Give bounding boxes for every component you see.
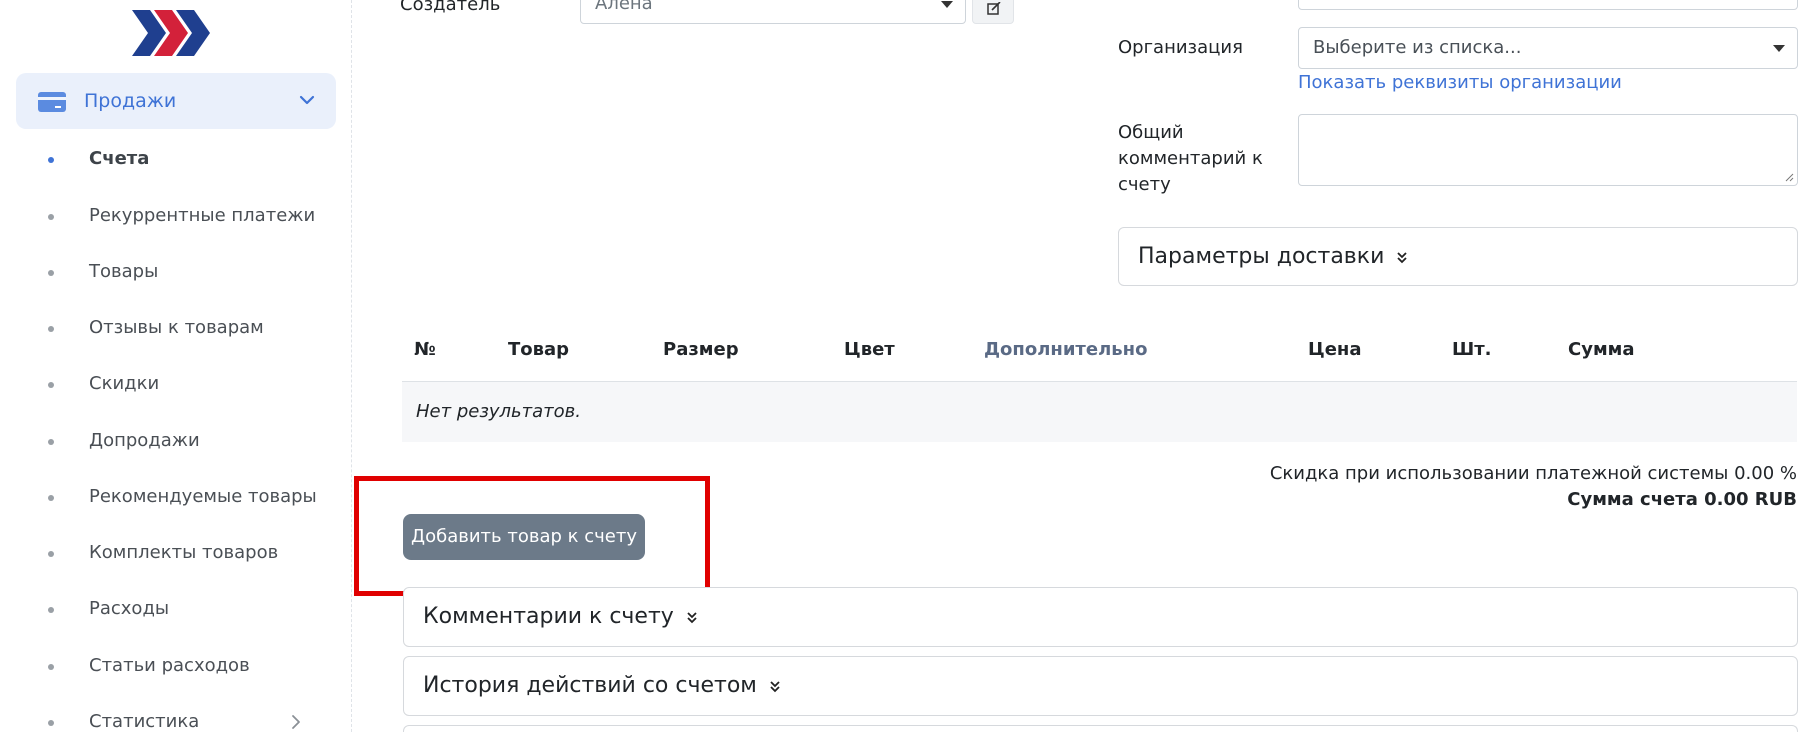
sidebar-item-recurring-payments[interactable]: Рекуррентные платежи (0, 196, 352, 236)
add-product-button[interactable]: Добавить товар к счету (403, 514, 645, 560)
column-header-number: № (414, 339, 436, 360)
comments-panel-label: Комментарии к счету (423, 604, 674, 629)
next-panel[interactable] (403, 725, 1798, 732)
sidebar-item-label: Отзывы к товарам (89, 317, 264, 338)
creator-label: Создатель (400, 0, 501, 15)
caret-down-icon (1773, 45, 1785, 52)
column-header-price[interactable]: Цена (1308, 322, 1362, 378)
bullet-icon (48, 326, 54, 332)
chevron-down-icon (299, 95, 315, 105)
edit-icon (987, 2, 1001, 15)
comment-label-line-3: счету (1118, 174, 1171, 195)
delivery-params-panel[interactable]: Параметры доставки (1118, 227, 1798, 286)
sidebar-item-expense-categories[interactable]: Статьи расходов (0, 646, 352, 686)
show-org-details-link[interactable]: Показать реквизиты организации (1298, 71, 1622, 95)
empty-results-text: Нет результатов. (416, 401, 581, 422)
column-header-quantity[interactable]: Шт. (1452, 322, 1492, 378)
payment-discount-text: Скидка при использовании платежной систе… (1269, 463, 1797, 484)
sidebar-item-expenses[interactable]: Расходы (0, 589, 352, 629)
caret-down-icon (941, 1, 953, 8)
main-content: Создатель Алена Организация Выберите из … (352, 0, 1814, 732)
double-chevron-down-icon (1397, 252, 1408, 264)
comment-label-line-1: Общий (1118, 122, 1184, 143)
bullet-icon (48, 157, 54, 163)
bullet-icon (48, 495, 54, 501)
history-panel-title: История действий со счетом (423, 657, 781, 715)
sidebar-section-label: Продажи (84, 90, 177, 112)
sidebar-item-invoices[interactable]: Счета (0, 139, 352, 179)
sidebar-item-label: Допродажи (89, 430, 200, 451)
sidebar: Продажи Счета Рекуррентные платежи Товар… (0, 0, 352, 732)
table-empty-row: Нет результатов. (402, 382, 1797, 442)
resize-grip-icon[interactable] (1784, 172, 1794, 182)
sidebar-item-product-reviews[interactable]: Отзывы к товарам (0, 308, 352, 348)
bullet-icon (48, 270, 54, 276)
sidebar-item-label: Статьи расходов (89, 655, 250, 676)
sidebar-item-label: Рекомендуемые товары (89, 486, 317, 507)
sidebar-item-label: Счета (89, 148, 150, 169)
sidebar-item-label: Статистика (89, 711, 200, 732)
history-panel[interactable]: История действий со счетом (403, 656, 1798, 716)
comments-panel[interactable]: Комментарии к счету (403, 587, 1798, 647)
column-header-size[interactable]: Размер (663, 322, 739, 378)
double-chevron-down-icon (687, 612, 697, 624)
bullet-icon (48, 607, 54, 613)
sidebar-item-recommended-products[interactable]: Рекомендуемые товары (0, 477, 352, 517)
sidebar-section-sales[interactable]: Продажи (16, 73, 336, 129)
invoice-total-text: Сумма счета 0.00 RUB (1567, 489, 1797, 510)
sidebar-item-discounts[interactable]: Скидки (0, 364, 352, 404)
sidebar-item-label: Скидки (89, 373, 160, 394)
sidebar-item-label: Расходы (89, 598, 170, 619)
comment-label-line-2: комментарий к (1118, 148, 1263, 169)
column-header-color[interactable]: Цвет (844, 322, 895, 378)
bullet-icon (48, 382, 54, 388)
delivery-params-label: Параметры доставки (1138, 244, 1385, 269)
sidebar-item-product-bundles[interactable]: Комплекты товаров (0, 533, 352, 573)
logo-icon[interactable] (132, 8, 212, 58)
history-panel-label: История действий со счетом (423, 673, 757, 698)
creator-select[interactable]: Алена (580, 0, 966, 24)
sidebar-item-label: Комплекты товаров (89, 542, 279, 563)
app: Продажи Счета Рекуррентные платежи Товар… (0, 0, 1814, 732)
credit-card-icon (38, 92, 66, 112)
bullet-icon (48, 551, 54, 557)
sidebar-item-products[interactable]: Товары (0, 252, 352, 292)
organization-select[interactable]: Выберите из списка... (1298, 27, 1798, 69)
sidebar-item-upsells[interactable]: Допродажи (0, 421, 352, 461)
creator-value: Алена (595, 0, 653, 14)
double-chevron-down-icon (770, 681, 780, 693)
chevron-right-icon (292, 715, 300, 729)
edit-creator-button[interactable] (972, 0, 1014, 24)
column-header-product[interactable]: Товар (508, 322, 569, 378)
products-table-header: № Товар Размер Цвет Дополнительно Цена Ш… (402, 322, 1797, 382)
top-field-input[interactable] (1298, 0, 1798, 10)
sidebar-item-label: Рекуррентные платежи (89, 205, 316, 226)
bullet-icon (48, 664, 54, 670)
bullet-icon (48, 720, 54, 726)
organization-placeholder: Выберите из списка... (1313, 37, 1522, 58)
comments-panel-title: Комментарии к счету (423, 588, 698, 646)
sidebar-item-statistics[interactable]: Статистика (0, 702, 352, 732)
bullet-icon (48, 439, 54, 445)
bullet-icon (48, 214, 54, 220)
organization-label: Организация (1118, 37, 1243, 58)
sidebar-item-label: Товары (89, 261, 159, 282)
general-comment-textarea[interactable] (1298, 114, 1798, 186)
column-header-sum[interactable]: Сумма (1568, 322, 1635, 378)
delivery-params-title: Параметры доставки (1138, 228, 1408, 285)
column-header-additional[interactable]: Дополнительно (984, 322, 1147, 378)
